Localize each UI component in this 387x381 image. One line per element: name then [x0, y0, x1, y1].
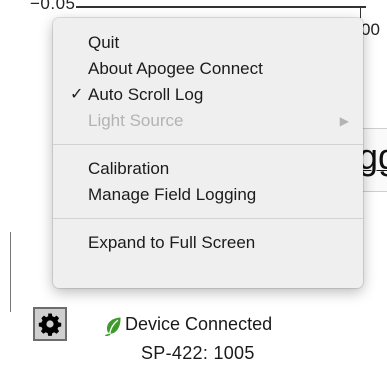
menu-item-label: Manage Field Logging	[88, 185, 257, 204]
menu-item-label: Light Source	[88, 111, 184, 130]
chart-axis-tick	[360, 6, 361, 18]
menu-item-label: Quit	[88, 33, 120, 52]
settings-button[interactable]	[33, 307, 67, 341]
menu-item-label: Calibration	[88, 159, 170, 178]
submenu-arrow-icon: ▶	[339, 114, 349, 128]
menu-item-label: Auto Scroll Log	[88, 85, 204, 104]
panel-divider	[10, 232, 11, 312]
menu-item-light-source: Light Source ▶	[53, 108, 363, 134]
axis-tick-label-right: 00	[361, 20, 380, 39]
settings-context-menu: Quit About Apogee Connect ✓ Auto Scroll …	[53, 18, 363, 288]
chart-axis-line	[76, 6, 366, 8]
menu-item-quit[interactable]: Quit	[53, 30, 363, 56]
menu-item-auto-scroll-log[interactable]: ✓ Auto Scroll Log	[53, 82, 363, 108]
device-status-label: Device Connected	[125, 314, 273, 334]
checkmark-icon: ✓	[70, 86, 84, 103]
menu-item-label: Expand to Full Screen	[88, 233, 256, 252]
menu-item-expand-full-screen[interactable]: Expand to Full Screen	[53, 230, 363, 256]
gear-icon	[38, 313, 62, 336]
menu-item-calibration[interactable]: Calibration	[53, 156, 363, 182]
axis-tick-label: −0.05	[30, 0, 76, 13]
menu-item-label: About Apogee Connect	[88, 59, 263, 78]
sensor-id-label: SP-422: 1005	[141, 343, 255, 363]
menu-separator	[53, 144, 363, 145]
leaf-icon	[105, 317, 121, 336]
menu-item-about[interactable]: About Apogee Connect	[53, 56, 363, 82]
menu-item-manage-field-logging[interactable]: Manage Field Logging	[53, 182, 363, 208]
menu-separator	[53, 218, 363, 219]
